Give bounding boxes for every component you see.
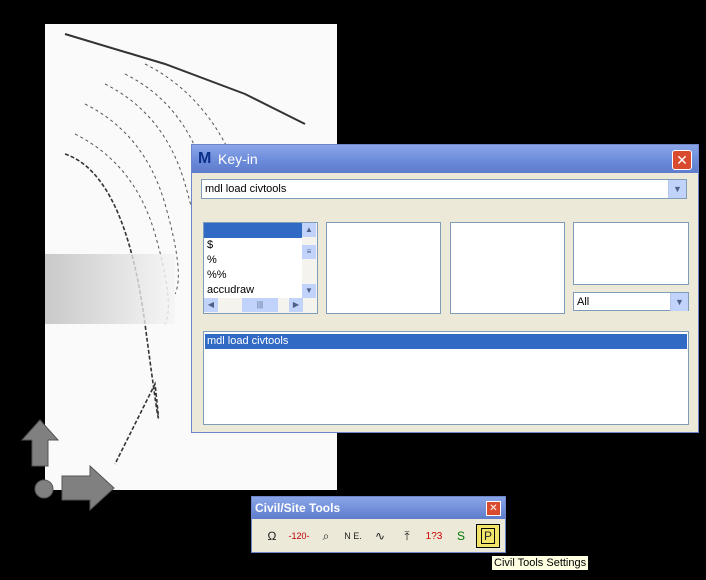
close-button[interactable]: ✕ bbox=[672, 150, 692, 170]
microstation-icon: M bbox=[198, 150, 212, 167]
chevron-down-icon: ▼ bbox=[675, 297, 684, 307]
subcommand-list-2[interactable] bbox=[450, 222, 565, 314]
command-list[interactable]: $ % %% accudraw ▲ ≡ ▼ ◀ ||| ▶ bbox=[203, 222, 318, 314]
civil-tools-title: Civil/Site Tools bbox=[255, 501, 341, 515]
settings-p-icon: P bbox=[480, 528, 495, 544]
command-item[interactable]: $ bbox=[204, 238, 317, 253]
civil-tools-settings-button[interactable]: P bbox=[476, 524, 500, 548]
spiral-tool-icon[interactable]: S bbox=[449, 524, 473, 548]
curve-tool-icon[interactable]: Ω bbox=[260, 524, 284, 548]
command-item[interactable]: %% bbox=[204, 268, 317, 283]
profile-tool-icon[interactable]: ∿ bbox=[368, 524, 392, 548]
key-in-titlebar[interactable]: M Key-in ✕ bbox=[192, 145, 698, 173]
command-item[interactable] bbox=[204, 223, 317, 238]
northing-easting-tool-icon[interactable]: N E. bbox=[341, 524, 365, 548]
scroll-left-button[interactable]: ◀ bbox=[204, 298, 218, 312]
scroll-down-button[interactable]: ▼ bbox=[302, 284, 316, 298]
history-item[interactable]: mdl load civtools bbox=[205, 334, 687, 349]
offset-tool-icon[interactable]: ⤒ bbox=[395, 524, 419, 548]
key-in-input-value: mdl load civtools bbox=[205, 183, 287, 195]
key-in-dropdown-button[interactable]: ▼ bbox=[668, 180, 686, 198]
key-in-input[interactable]: mdl load civtools ▼ bbox=[201, 179, 687, 199]
view-axis-triad bbox=[20, 419, 115, 512]
elevation-label-tool-icon[interactable]: -120- bbox=[287, 524, 311, 548]
scroll-up-button[interactable]: ▲ bbox=[302, 223, 316, 237]
filter-dropdown-button[interactable]: ▼ bbox=[670, 293, 688, 311]
scroll-right-button[interactable]: ▶ bbox=[289, 298, 303, 312]
horizontal-scrollbar[interactable]: ◀ ||| ▶ bbox=[204, 298, 317, 313]
vertical-scrollbar[interactable]: ▲ ≡ ▼ bbox=[302, 223, 317, 299]
chevron-down-icon: ▼ bbox=[673, 184, 682, 194]
civil-tools-titlebar[interactable]: Civil/Site Tools ✕ bbox=[252, 497, 505, 519]
close-icon: ✕ bbox=[676, 152, 688, 168]
civil-site-tools-toolbar: Civil/Site Tools ✕ Ω -120- ⌕ N E. ∿ ⤒ 1?… bbox=[251, 496, 506, 553]
tool-buttons: Ω -120- ⌕ N E. ∿ ⤒ 1?3 S P bbox=[260, 524, 500, 548]
close-icon: ✕ bbox=[489, 503, 498, 514]
h-scroll-thumb[interactable]: ||| bbox=[242, 298, 278, 312]
search-element-tool-icon[interactable]: ⌕ bbox=[314, 524, 338, 548]
station-tool-icon[interactable]: 1?3 bbox=[422, 524, 446, 548]
history-list[interactable]: mdl load civtools bbox=[203, 331, 689, 425]
subcommand-list-1[interactable] bbox=[326, 222, 441, 314]
key-in-dialog: M Key-in ✕ mdl load civtools ▼ $ % %% ac… bbox=[191, 144, 699, 433]
scroll-thumb[interactable]: ≡ bbox=[302, 245, 316, 259]
key-in-title: Key-in bbox=[218, 151, 258, 167]
filter-select[interactable]: All ▼ bbox=[573, 292, 689, 311]
civil-tools-close-button[interactable]: ✕ bbox=[486, 501, 501, 516]
filter-value: All bbox=[577, 296, 590, 308]
command-item[interactable]: accudraw bbox=[204, 283, 317, 298]
tooltip: Civil Tools Settings bbox=[491, 555, 590, 571]
command-item[interactable]: % bbox=[204, 253, 317, 268]
subcommand-list-3[interactable] bbox=[573, 222, 689, 285]
